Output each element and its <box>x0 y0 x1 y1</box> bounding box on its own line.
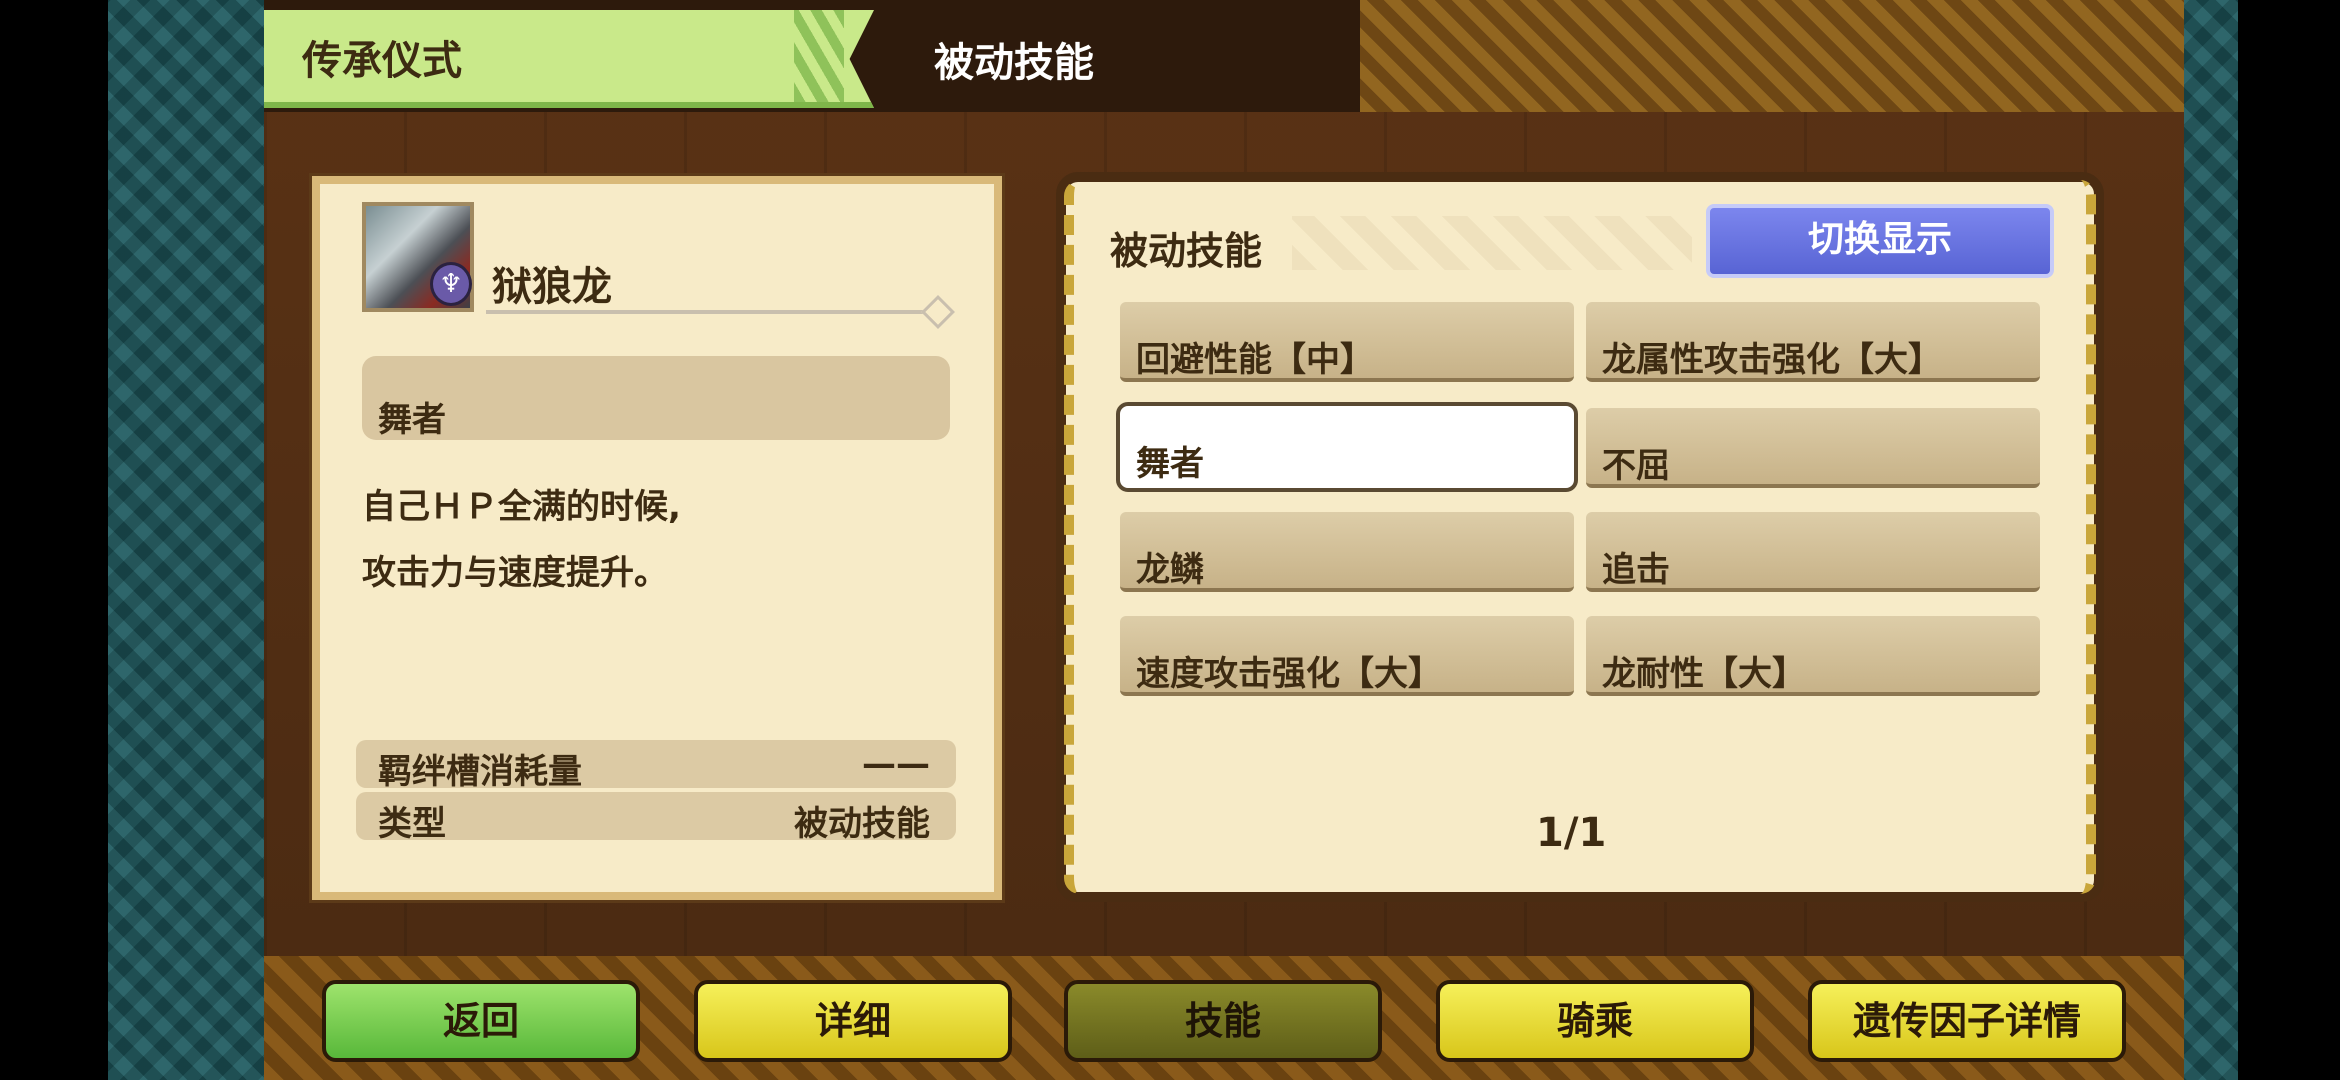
selected-skill-box <box>362 356 950 440</box>
switch-display-button[interactable]: 切换显示 <box>1706 204 2054 278</box>
skill-item[interactable]: 龙鳞 <box>1120 512 1574 592</box>
riding-button[interactable]: 骑乘 <box>1436 980 1754 1062</box>
element-badge-icon: ♆ <box>430 262 472 306</box>
skill-label: 龙属性攻击强化【大】 <box>1602 340 1942 380</box>
details-button[interactable]: 详细 <box>694 980 1012 1062</box>
screen-subtitle: 被动技能 <box>934 40 1094 86</box>
skill-label: 龙耐性【大】 <box>1602 654 1806 694</box>
screen-title: 传承仪式 <box>302 38 462 84</box>
skill-item[interactable]: 不屈 <box>1586 408 2040 488</box>
stat-value: 被动技能 <box>794 804 930 844</box>
skill-item[interactable]: 回避性能【中】 <box>1120 302 1574 382</box>
stat-label: 羁绊槽消耗量 <box>378 752 582 792</box>
skill-label: 速度攻击强化【大】 <box>1136 654 1442 694</box>
skill-item[interactable]: 速度攻击强化【大】 <box>1120 616 1574 696</box>
top-bar-pattern <box>1360 0 2184 112</box>
skill-item[interactable]: 龙耐性【大】 <box>1586 616 2040 696</box>
skill-label: 舞者 <box>1136 444 1204 484</box>
skill-description: 自己ＨＰ全满的时候, 攻击力与速度提升。 <box>362 474 942 606</box>
header-pattern <box>1292 216 1692 270</box>
skill-item[interactable]: 龙属性攻击强化【大】 <box>1586 302 2040 382</box>
description-line: 攻击力与速度提升。 <box>362 553 668 593</box>
skill-item-selected[interactable]: 舞者 <box>1116 402 1578 492</box>
skills-button[interactable]: 技能 <box>1064 980 1382 1062</box>
monster-name: 狱狼龙 <box>492 264 612 310</box>
skill-item[interactable]: 追击 <box>1586 512 2040 592</box>
selected-skill-name: 舞者 <box>378 400 446 440</box>
stat-value: —— <box>862 744 930 784</box>
back-button[interactable]: 返回 <box>322 980 640 1062</box>
page-indicator: 1/1 <box>1536 810 1607 856</box>
name-underline <box>486 310 932 314</box>
skill-label: 回避性能【中】 <box>1136 340 1374 380</box>
skill-label: 不屈 <box>1602 446 1670 486</box>
stat-label: 类型 <box>378 804 446 844</box>
skill-label: 龙鳞 <box>1136 550 1204 590</box>
description-line: 自己ＨＰ全满的时候, <box>362 487 681 527</box>
gene-details-button[interactable]: 遗传因子详情 <box>1808 980 2126 1062</box>
skill-label: 追击 <box>1602 550 1670 590</box>
skills-panel-header: 被动技能 <box>1110 229 1263 273</box>
